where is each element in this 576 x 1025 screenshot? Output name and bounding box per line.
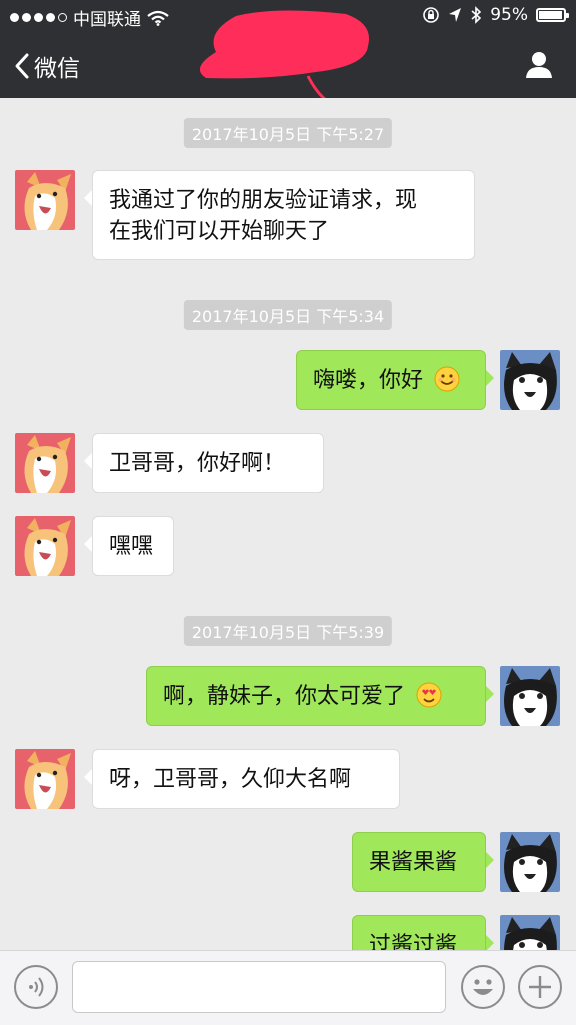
back-button[interactable]: 微信 xyxy=(14,49,80,83)
husky-avatar[interactable] xyxy=(500,915,560,950)
bluetooth-icon xyxy=(471,6,482,24)
plus-icon xyxy=(529,976,551,998)
wifi-icon xyxy=(147,10,169,26)
message-input[interactable] xyxy=(72,961,446,1013)
message-text: 啊，静妹子，你太可爱了 xyxy=(163,684,406,709)
message-text-line: 我通过了你的朋友验证请求，现 xyxy=(109,188,418,213)
location-arrow-icon xyxy=(449,8,462,22)
incoming-message[interactable]: 我通过了你的朋友验证请求，现 在我们可以开始聊天了 xyxy=(84,170,475,260)
input-bar xyxy=(0,950,576,1025)
message-text: 卫哥哥，你好啊！ xyxy=(109,451,286,476)
outgoing-message[interactable]: 啊，静妹子，你太可爱了 xyxy=(146,666,494,726)
emoji-button[interactable] xyxy=(461,965,505,1009)
message-text: 呀，卫哥哥，久仰大名啊 xyxy=(109,767,352,792)
smile-emoji xyxy=(434,366,460,392)
signal-strength-icon xyxy=(10,13,67,22)
corgi-avatar[interactable] xyxy=(15,433,75,493)
message-text: 果酱果酱 xyxy=(369,850,458,875)
chat-area[interactable]: 2017年10月5日 下午5:27 我通过了你的朋友验证请求，现 在我们可以开始… xyxy=(0,98,576,950)
message-text-line: 在我们可以开始聊天了 xyxy=(109,219,330,244)
heart-eyes-emoji xyxy=(416,682,442,708)
incoming-message[interactable]: 卫哥哥，你好啊！ xyxy=(84,433,324,493)
profile-icon[interactable] xyxy=(524,50,554,80)
timestamp: 2017年10月5日 下午5:39 xyxy=(183,616,393,646)
husky-avatar[interactable] xyxy=(500,666,560,726)
outgoing-message[interactable]: 果酱果酱 xyxy=(352,832,494,892)
top-bar: 中国联通 95% 微信 xyxy=(0,0,576,98)
corgi-avatar[interactable] xyxy=(15,516,75,576)
emoji-icon xyxy=(473,979,493,995)
voice-button[interactable] xyxy=(14,965,58,1009)
husky-avatar[interactable] xyxy=(500,832,560,892)
lock-rotation-icon xyxy=(423,7,440,23)
title-redaction-scribble xyxy=(199,10,370,98)
husky-avatar[interactable] xyxy=(500,350,560,410)
back-chevron-icon xyxy=(15,53,29,79)
incoming-message[interactable]: 呀，卫哥哥，久仰大名啊 xyxy=(84,749,400,809)
back-label: 微信 xyxy=(34,56,80,82)
more-button[interactable] xyxy=(518,965,562,1009)
battery-icon xyxy=(536,8,569,22)
message-text: 嗨喽，你好 xyxy=(313,368,424,393)
voice-icon xyxy=(29,977,44,997)
carrier-label: 中国联通 xyxy=(73,10,141,30)
outgoing-message[interactable]: 嗨喽，你好 xyxy=(296,350,494,410)
message-text: 过酱过酱 xyxy=(369,933,458,950)
timestamp: 2017年10月5日 下午5:27 xyxy=(183,118,393,148)
message-text: 嘿嘿 xyxy=(109,534,154,559)
corgi-avatar[interactable] xyxy=(15,749,75,809)
outgoing-message[interactable]: 过酱过酱 xyxy=(352,915,494,950)
battery-percent: 95% xyxy=(490,5,528,25)
timestamp: 2017年10月5日 下午5:34 xyxy=(183,300,393,330)
corgi-avatar[interactable] xyxy=(15,170,75,230)
incoming-message[interactable]: 嘿嘿 xyxy=(84,516,174,576)
